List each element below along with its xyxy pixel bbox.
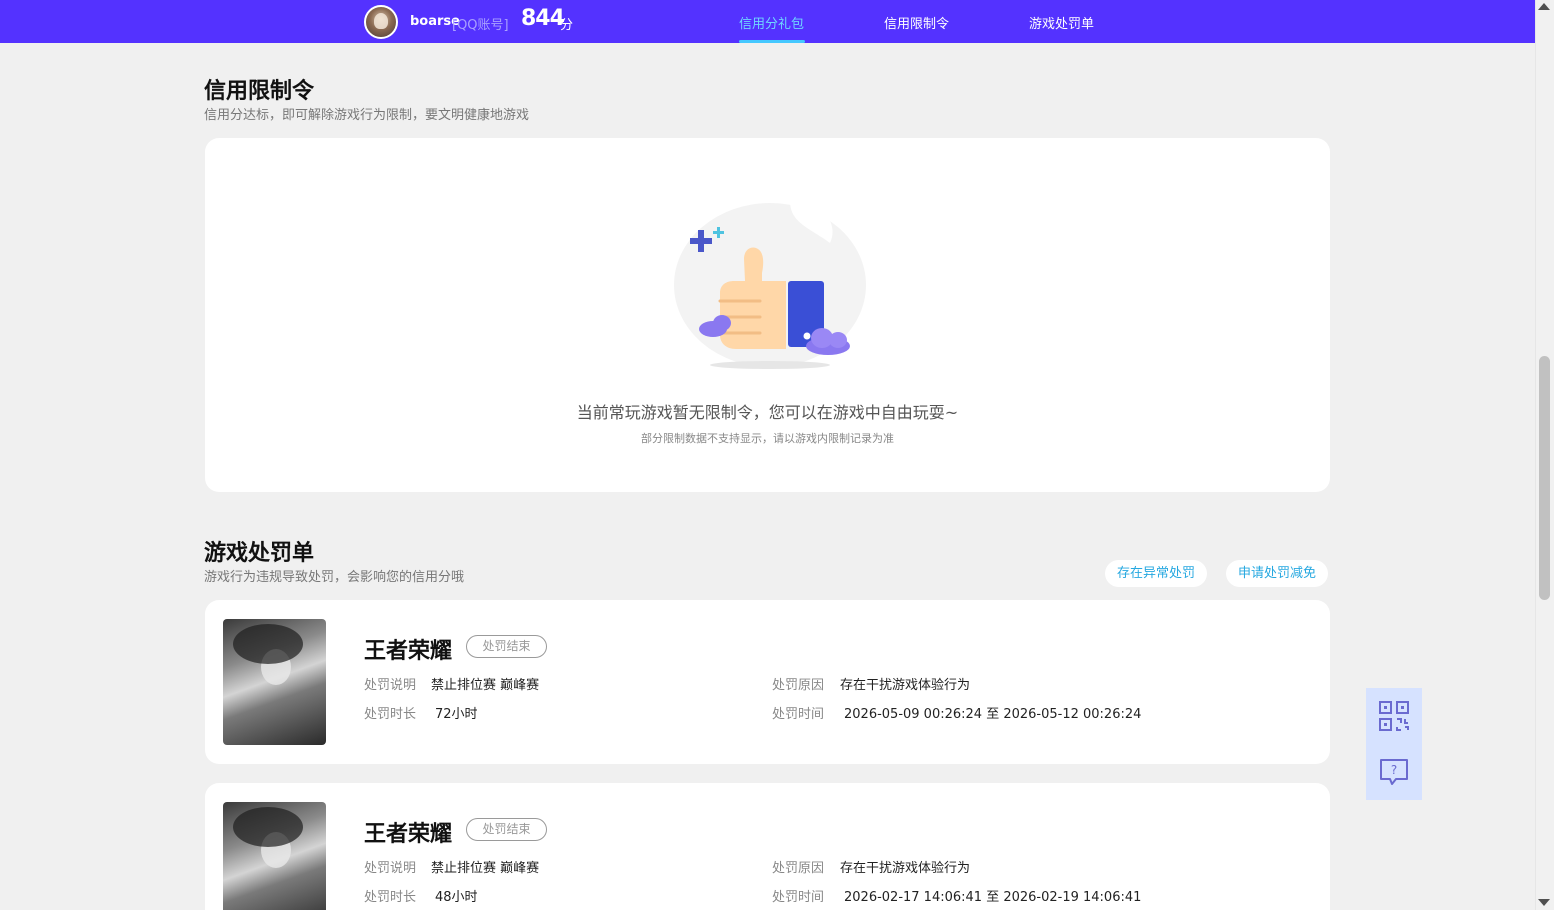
penalty-duration-label: 处罚时长 <box>364 890 417 905</box>
avatar[interactable] <box>364 5 398 39</box>
scroll-down-arrow-icon[interactable] <box>1538 899 1550 906</box>
help-chat-icon: ? <box>1380 759 1408 785</box>
penalty-card: 王者荣耀 处罚结束 处罚说明 禁止排位赛 巅峰赛 处罚时长 48小时 处罚原因 … <box>205 783 1330 910</box>
scroll-up-arrow-icon[interactable] <box>1538 3 1550 10</box>
penalty-desc-label: 处罚说明 <box>364 861 417 876</box>
penalty-section-title: 游戏处罚单 <box>204 541 315 566</box>
tab-credit-restriction[interactable]: 信用限制令 <box>884 13 949 32</box>
penalty-reason-label: 处罚原因 <box>772 861 825 876</box>
penalty-duration-value: 72小时 <box>435 707 478 722</box>
svg-text:?: ? <box>1391 763 1397 777</box>
penalty-time-label: 处罚时间 <box>772 890 825 905</box>
empty-state-message: 当前常玩游戏暂无限制令，您可以在游戏中自由玩耍~ <box>576 403 959 422</box>
tab-credit-gift[interactable]: 信用分礼包 <box>739 13 804 32</box>
penalty-section-subtitle: 游戏行为违规导致处罚，会影响您的信用分哦 <box>204 570 465 585</box>
game-name: 王者荣耀 <box>364 639 453 664</box>
penalty-duration-value: 48小时 <box>435 890 478 905</box>
penalty-desc-label: 处罚说明 <box>364 678 417 693</box>
penalty-desc-value: 禁止排位赛 巅峰赛 <box>431 861 540 876</box>
empty-state-note: 部分限制数据不支持显示，请以游戏内限制记录为准 <box>641 432 894 445</box>
tab-game-penalty[interactable]: 游戏处罚单 <box>1029 13 1094 32</box>
penalty-reason-label: 处罚原因 <box>772 678 825 693</box>
appeal-penalty-button[interactable]: 申请处罚减免 <box>1226 560 1329 587</box>
game-cover-image <box>223 619 326 745</box>
credit-score: 844 <box>521 6 565 31</box>
penalty-time-value: 2026-05-09 00:26:24 至 2026-05-12 00:26:2… <box>844 707 1142 722</box>
status-badge: 处罚结束 <box>466 818 547 841</box>
penalty-reason-value: 存在干扰游戏体验行为 <box>840 861 971 876</box>
restriction-section-title: 信用限制令 <box>204 79 315 104</box>
qr-code-icon <box>1379 701 1409 731</box>
penalty-time-label: 处罚时间 <box>772 707 825 722</box>
penalty-desc-value: 禁止排位赛 巅峰赛 <box>431 678 540 693</box>
penalty-card: 王者荣耀 处罚结束 处罚说明 禁止排位赛 巅峰赛 处罚时长 72小时 处罚原因 … <box>205 600 1330 764</box>
abnormal-penalty-button[interactable]: 存在异常处罚 <box>1105 560 1208 587</box>
qr-code-button[interactable] <box>1366 688 1422 744</box>
help-button[interactable]: ? <box>1366 744 1422 800</box>
score-unit: 分 <box>560 18 574 33</box>
status-badge: 处罚结束 <box>466 635 547 658</box>
thumbs-up-illustration <box>674 200 866 369</box>
account-type: [QQ账号] <box>452 18 509 33</box>
scrollbar-thumb[interactable] <box>1539 356 1550 600</box>
game-name: 王者荣耀 <box>364 822 453 847</box>
restriction-section-subtitle: 信用分达标，即可解除游戏行为限制，要文明健康地游戏 <box>204 108 530 123</box>
active-tab-indicator <box>739 40 805 43</box>
penalty-reason-value: 存在干扰游戏体验行为 <box>840 678 971 693</box>
penalty-time-value: 2026-02-17 14:06:41 至 2026-02-19 14:06:4… <box>844 890 1142 905</box>
restriction-card: 当前常玩游戏暂无限制令，您可以在游戏中自由玩耍~ 部分限制数据不支持显示，请以游… <box>205 138 1330 492</box>
penalty-duration-label: 处罚时长 <box>364 707 417 722</box>
game-cover-image <box>223 802 326 910</box>
